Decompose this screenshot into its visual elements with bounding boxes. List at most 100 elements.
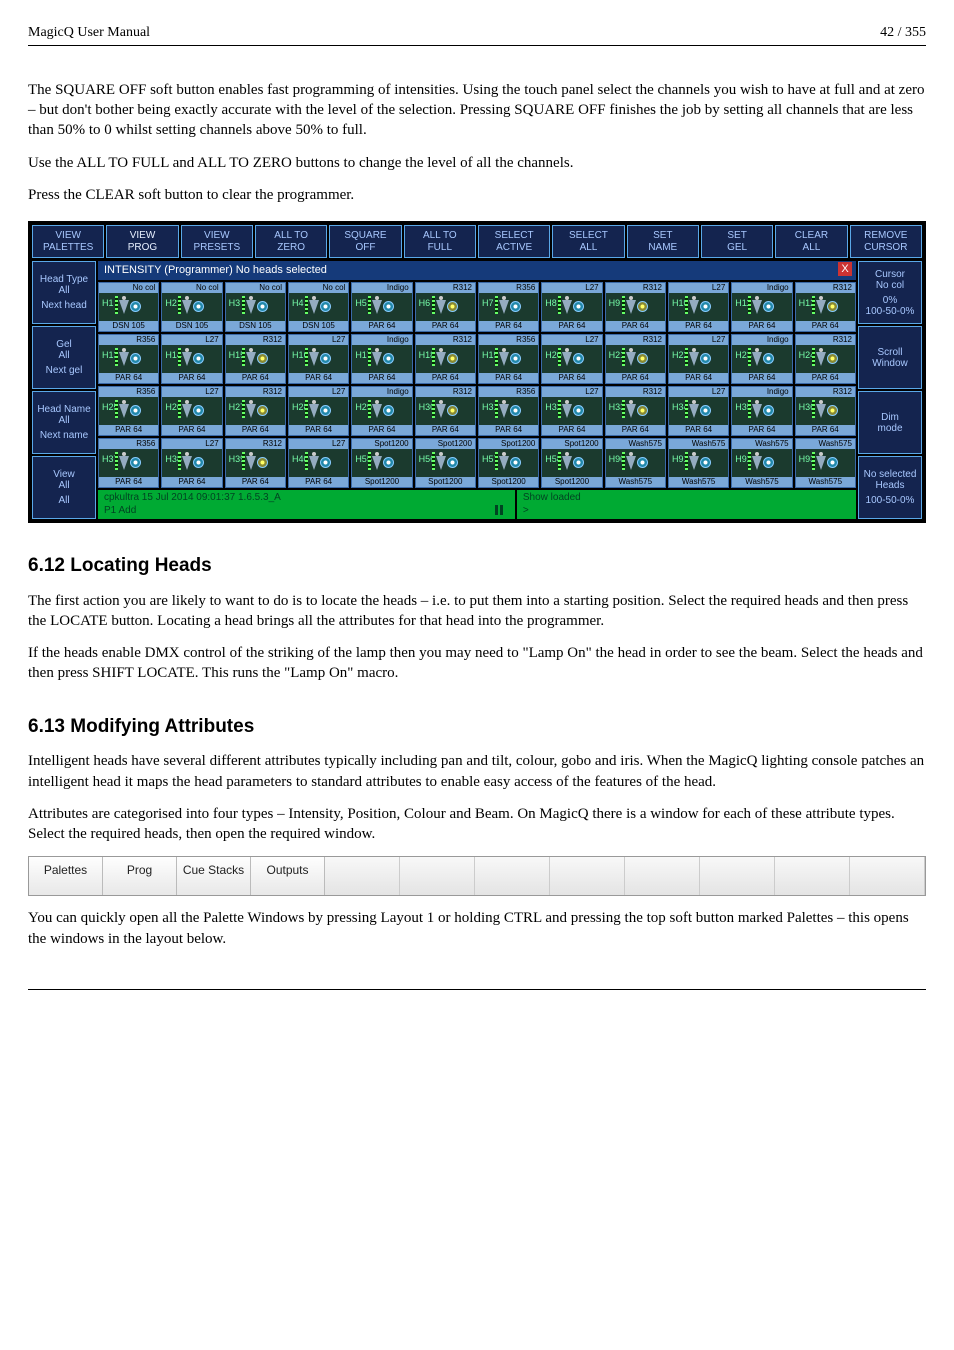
status-right: Show loaded > bbox=[515, 490, 856, 519]
head-cell[interactable]: Spot1200H58Spot1200 bbox=[541, 438, 602, 488]
head-cell[interactable]: L27H26PAR 64 bbox=[161, 386, 222, 436]
side-button[interactable]: CursorNo col0%100-50-0% bbox=[858, 261, 922, 324]
head-cell[interactable]: R356H13PAR 64 bbox=[98, 334, 159, 384]
head-cell[interactable]: R356H25PAR 64 bbox=[98, 386, 159, 436]
center-area: INTENSITY (Programmer) No heads selected… bbox=[98, 261, 856, 519]
toolbar-blank bbox=[625, 857, 700, 895]
head-cell[interactable]: Spot1200H55Spot1200 bbox=[351, 438, 412, 488]
status-left: cpkultra 15 Jul 2014 09:01:37 1.6.5.3_A … bbox=[98, 490, 515, 519]
head-cell[interactable]: R312H36PAR 64 bbox=[795, 386, 856, 436]
title-bar-text: INTENSITY (Programmer) No heads selected bbox=[104, 264, 327, 276]
page-number: 42 / 355 bbox=[880, 24, 926, 43]
head-cell[interactable]: R312H30PAR 64 bbox=[415, 386, 476, 436]
heading-6-13: 6.13 Modifying Attributes bbox=[28, 714, 926, 740]
sec612-p2: If the heads enable DMX control of the s… bbox=[28, 643, 926, 684]
soft-button[interactable]: SELECTALL bbox=[552, 225, 624, 258]
toolbar-blank bbox=[475, 857, 550, 895]
side-button[interactable]: Head TypeAllNext head bbox=[32, 261, 96, 324]
soft-button[interactable]: SETGEL bbox=[701, 225, 773, 258]
head-cell[interactable]: No colH1DSN 105 bbox=[98, 282, 159, 332]
head-cell[interactable]: R312H27PAR 64 bbox=[225, 386, 286, 436]
status-right-top: Show loaded bbox=[523, 491, 850, 505]
head-cell[interactable]: R312H21PAR 64 bbox=[605, 334, 666, 384]
soft-button[interactable]: SELECTACTIVE bbox=[478, 225, 550, 258]
side-button[interactable]: GelAllNext gel bbox=[32, 326, 96, 389]
toolbar-blank bbox=[775, 857, 850, 895]
side-button[interactable]: Head NameAllNext name bbox=[32, 391, 96, 454]
head-grid: No colH1DSN 105No colH2DSN 105No colH3DS… bbox=[98, 282, 856, 488]
doc-title: MagicQ User Manual bbox=[28, 24, 150, 43]
close-icon[interactable]: X bbox=[838, 262, 852, 276]
soft-button[interactable]: REMOVECURSOR bbox=[850, 225, 922, 258]
side-button[interactable]: Dimmode bbox=[858, 391, 922, 454]
head-cell[interactable]: R312H33PAR 64 bbox=[605, 386, 666, 436]
head-cell[interactable]: L27H28PAR 64 bbox=[288, 386, 349, 436]
soft-button[interactable]: ALL TOFULL bbox=[404, 225, 476, 258]
head-cell[interactable]: R312H9PAR 64 bbox=[605, 282, 666, 332]
side-col-left: Head TypeAllNext headGelAllNext gelHead … bbox=[32, 261, 96, 519]
soft-button[interactable]: SETNAME bbox=[627, 225, 699, 258]
toolbar-button[interactable]: Cue Stacks bbox=[177, 857, 251, 895]
sec613-p2: Attributes are categorised into four typ… bbox=[28, 804, 926, 845]
title-bar: INTENSITY (Programmer) No heads selected… bbox=[98, 261, 856, 280]
head-cell[interactable]: R356H19PAR 64 bbox=[478, 334, 539, 384]
head-cell[interactable]: R312H18PAR 64 bbox=[415, 334, 476, 384]
closing-p: You can quickly open all the Palette Win… bbox=[28, 908, 926, 949]
head-cell[interactable]: R356H7PAR 64 bbox=[478, 282, 539, 332]
soft-button[interactable]: VIEWPRESETS bbox=[181, 225, 253, 258]
soft-button[interactable]: CLEARALL bbox=[775, 225, 847, 258]
head-cell[interactable]: L27H20PAR 64 bbox=[541, 334, 602, 384]
soft-button[interactable]: ALL TOZERO bbox=[255, 225, 327, 258]
head-cell[interactable]: No colH2DSN 105 bbox=[161, 282, 222, 332]
toolbar-blank bbox=[700, 857, 775, 895]
head-cell[interactable]: L27H10PAR 64 bbox=[668, 282, 729, 332]
head-cell[interactable]: L27H22PAR 64 bbox=[668, 334, 729, 384]
head-cell[interactable]: IndigoH35PAR 64 bbox=[731, 386, 792, 436]
head-cell[interactable]: L27H16PAR 64 bbox=[288, 334, 349, 384]
head-cell[interactable]: R312H6PAR 64 bbox=[415, 282, 476, 332]
head-cell[interactable]: Wash575H90Wash575 bbox=[605, 438, 666, 488]
heading-6-12: 6.12 Locating Heads bbox=[28, 553, 926, 579]
toolbar-blank bbox=[850, 857, 925, 895]
head-cell[interactable]: R312H15PAR 64 bbox=[225, 334, 286, 384]
toolbar-blank bbox=[325, 857, 400, 895]
head-cell[interactable]: L27H38PAR 64 bbox=[161, 438, 222, 488]
head-cell[interactable]: L27H32PAR 64 bbox=[541, 386, 602, 436]
head-cell[interactable]: L27H40PAR 64 bbox=[288, 438, 349, 488]
head-cell[interactable]: IndigoH11PAR 64 bbox=[731, 282, 792, 332]
head-cell[interactable]: R312H24PAR 64 bbox=[795, 334, 856, 384]
head-cell[interactable]: R312H12PAR 64 bbox=[795, 282, 856, 332]
head-cell[interactable]: L27H8PAR 64 bbox=[541, 282, 602, 332]
status-bar: cpkultra 15 Jul 2014 09:01:37 1.6.5.3_A … bbox=[98, 490, 856, 519]
head-cell[interactable]: IndigoH29PAR 64 bbox=[351, 386, 412, 436]
programmer-screenshot: VIEWPALETTESVIEWPROGVIEWPRESETSALL TOZER… bbox=[28, 221, 926, 523]
toolbar-button[interactable]: Prog bbox=[103, 857, 177, 895]
toolbar-button[interactable]: Palettes bbox=[29, 857, 103, 895]
head-cell[interactable]: L27H14PAR 64 bbox=[161, 334, 222, 384]
side-button[interactable]: ScrollWindow bbox=[858, 326, 922, 389]
intro-block: The SQUARE OFF soft button enables fast … bbox=[28, 80, 926, 205]
head-cell[interactable]: Wash575H91Wash575 bbox=[668, 438, 729, 488]
head-cell[interactable]: No colH3DSN 105 bbox=[225, 282, 286, 332]
side-button[interactable]: No selectedHeads100-50-0% bbox=[858, 456, 922, 519]
soft-button[interactable]: VIEWPALETTES bbox=[32, 225, 104, 258]
head-cell[interactable]: Spot1200H57Spot1200 bbox=[478, 438, 539, 488]
head-cell[interactable]: Wash575H93Wash575 bbox=[795, 438, 856, 488]
head-cell[interactable]: Wash575H92Wash575 bbox=[731, 438, 792, 488]
head-cell[interactable]: IndigoH5PAR 64 bbox=[351, 282, 412, 332]
head-cell[interactable]: IndigoH17PAR 64 bbox=[351, 334, 412, 384]
head-cell[interactable]: R356H31PAR 64 bbox=[478, 386, 539, 436]
head-cell[interactable]: No colH4DSN 105 bbox=[288, 282, 349, 332]
intro-p2: Use the ALL TO FULL and ALL TO ZERO butt… bbox=[28, 153, 926, 173]
side-button[interactable]: ViewAllAll bbox=[32, 456, 96, 519]
soft-button[interactable]: SQUAREOFF bbox=[329, 225, 401, 258]
head-cell[interactable]: IndigoH23PAR 64 bbox=[731, 334, 792, 384]
soft-button[interactable]: VIEWPROG bbox=[106, 225, 178, 258]
toolbar-button[interactable]: Outputs bbox=[251, 857, 325, 895]
toolbar-blank bbox=[400, 857, 475, 895]
head-cell[interactable]: R312H39PAR 64 bbox=[225, 438, 286, 488]
head-cell[interactable]: Spot1200H56Spot1200 bbox=[415, 438, 476, 488]
side-col-right: CursorNo col0%100-50-0%ScrollWindowDimmo… bbox=[858, 261, 922, 519]
head-cell[interactable]: R356H37PAR 64 bbox=[98, 438, 159, 488]
head-cell[interactable]: L27H34PAR 64 bbox=[668, 386, 729, 436]
